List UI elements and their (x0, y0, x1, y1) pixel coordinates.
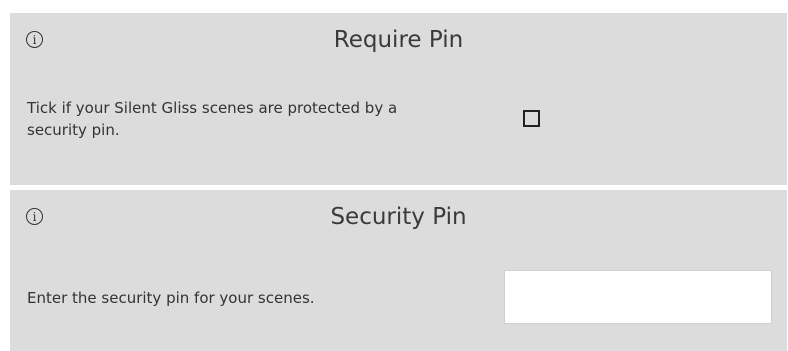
require-pin-panel: i Require Pin Tick if your Silent Gliss … (10, 13, 787, 185)
require-pin-checkbox[interactable] (523, 110, 540, 127)
security-pin-input[interactable] (504, 270, 772, 324)
security-pin-description: Enter the security pin for your scenes. (27, 289, 315, 307)
require-pin-title: Require Pin (333, 27, 464, 53)
security-pin-panel: i Security Pin Enter the security pin fo… (10, 190, 787, 351)
security-pin-title: Security Pin (330, 204, 467, 230)
require-pin-description: Tick if your Silent Gliss scenes are pro… (27, 99, 398, 139)
